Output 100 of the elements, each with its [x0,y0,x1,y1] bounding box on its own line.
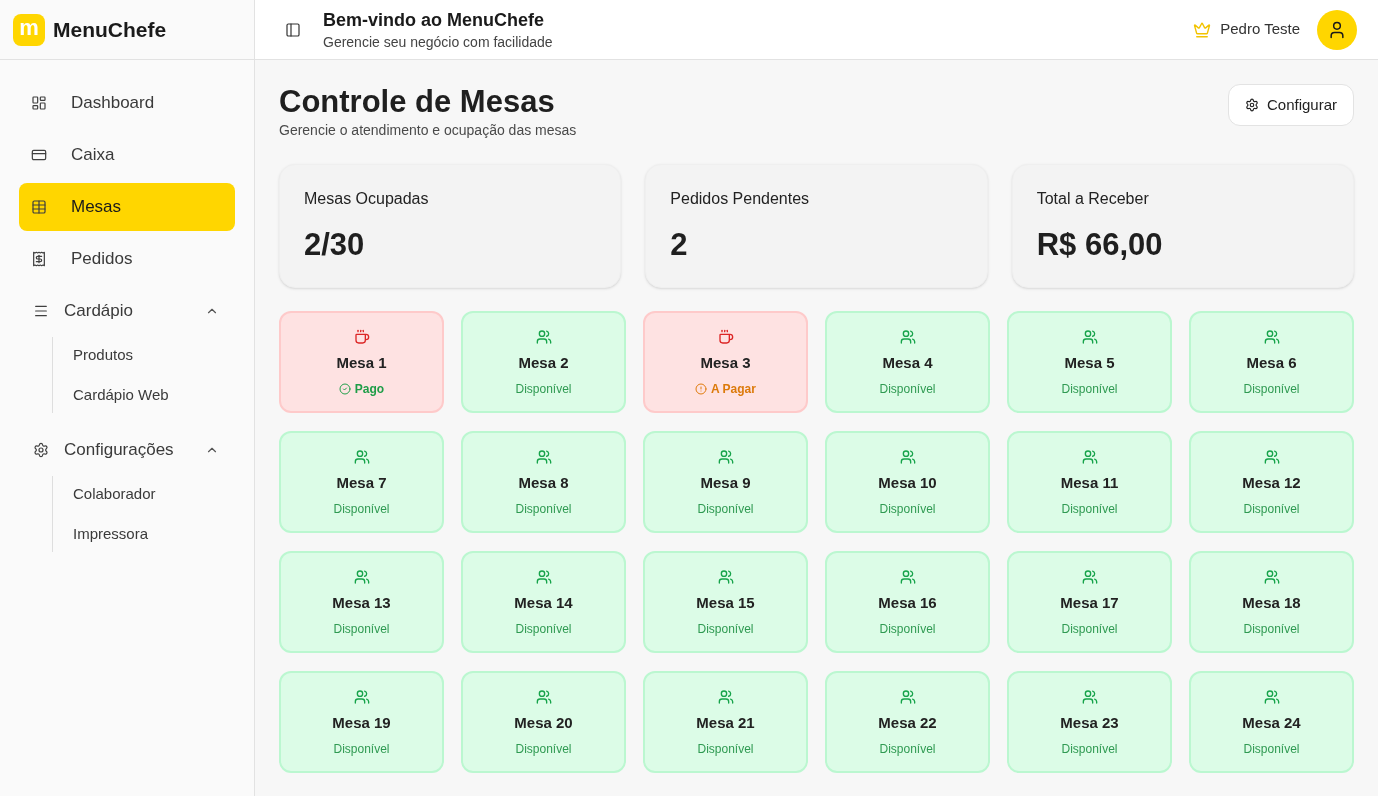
users-icon [899,329,916,345]
table-status: Disponível [879,501,936,517]
table-card[interactable]: Mesa 6 Disponível [1189,311,1354,413]
table-status: Disponível [879,741,936,757]
table-name: Mesa 3 [700,353,751,373]
users-icon [353,569,370,585]
brand-name: MenuChefe [53,16,167,43]
table-status: Disponível [333,621,390,637]
table-name: Mesa 20 [514,713,573,733]
table-card[interactable]: Mesa 12 Disponível [1189,431,1354,533]
table-name: Mesa 9 [700,473,751,493]
table-name: Mesa 4 [882,353,933,373]
table-name: Mesa 1 [336,353,387,373]
users-icon [1263,569,1280,585]
table-name: Mesa 19 [332,713,391,733]
table-card[interactable]: Mesa 19 Disponível [279,671,444,773]
dashboard-icon [31,95,47,111]
table-card[interactable]: Mesa 9 Disponível [643,431,808,533]
table-status: Disponível [1243,741,1300,757]
menu-icon [33,303,49,319]
stat-label: Mesas Ocupadas [304,189,430,209]
card-icon [31,147,47,163]
table-status: Disponível [515,501,572,517]
table-status: Disponível [1061,621,1118,637]
table-card[interactable]: Mesa 21 Disponível [643,671,808,773]
table-name: Mesa 18 [1242,593,1301,613]
header-title: Bem-vindo ao MenuChefe [323,8,546,32]
table-name: Mesa 22 [878,713,937,733]
table-card[interactable]: Mesa 2 Disponível [461,311,626,413]
table-card[interactable]: Mesa 10 Disponível [825,431,990,533]
table-card[interactable]: Mesa 11 Disponível [1007,431,1172,533]
table-card[interactable]: Mesa 23 Disponível [1007,671,1172,773]
users-icon [535,689,552,705]
users-icon [535,569,552,585]
table-name: Mesa 14 [514,593,573,613]
table-name: Mesa 13 [332,593,391,613]
table-card[interactable]: Mesa 1 Pago [279,311,444,413]
table-card[interactable]: Mesa 16 Disponível [825,551,990,653]
grid-icon [31,199,47,215]
sidebar-item[interactable]: Mesas [19,183,235,231]
brand-logo: m [13,13,45,46]
users-icon [1263,689,1280,705]
sidebar-item[interactable]: Caixa [19,131,235,179]
sidebar-subitem[interactable]: Colaborador [73,476,235,512]
users-icon [1081,449,1098,465]
table-status: Disponível [1243,501,1300,517]
table-name: Mesa 24 [1242,713,1301,733]
table-name: Mesa 8 [518,473,569,493]
table-name: Mesa 6 [1246,353,1297,373]
table-card[interactable]: Mesa 15 Disponível [643,551,808,653]
table-name: Mesa 23 [1060,713,1119,733]
sidebar-subitem[interactable]: Impressora [73,516,235,552]
coffee-cup-icon [353,329,370,345]
table-card[interactable]: Mesa 4 Disponível [825,311,990,413]
table-card[interactable]: Mesa 5 Disponível [1007,311,1172,413]
coffee-cup-icon [717,329,734,345]
stat-value: R$ 66,00 [1036,227,1164,263]
table-card[interactable]: Mesa 14 Disponível [461,551,626,653]
stat-value: 2 [670,227,689,263]
table-card[interactable]: Mesa 3 A Pagar [643,311,808,413]
alert-circle-icon [695,383,708,395]
users-icon [1081,569,1098,585]
sidebar-group[interactable]: Configurações [19,426,235,474]
sidebar-item[interactable]: Pedidos [19,235,235,283]
table-status: Disponível [1061,741,1118,757]
table-status: Disponível [697,621,754,637]
users-icon [899,449,916,465]
table-card[interactable]: Mesa 7 Disponível [279,431,444,533]
table-card[interactable]: Mesa 18 Disponível [1189,551,1354,653]
settings-icon [33,442,49,458]
table-status: Disponível [1243,381,1300,397]
table-name: Mesa 11 [1060,473,1119,493]
table-card[interactable]: Mesa 24 Disponível [1189,671,1354,773]
sidebar-subitem[interactable]: Produtos [73,337,235,373]
panel-icon [285,21,301,38]
receipt-icon [31,251,47,267]
table-card[interactable]: Mesa 22 Disponível [825,671,990,773]
stat-label: Pedidos Pendentes [670,189,811,209]
sidebar-item[interactable]: Dashboard [19,79,235,127]
header-subtitle: Gerencie seu negócio com facilidade [323,32,553,52]
sidebar-group[interactable]: Cardápio [19,287,235,335]
table-status: Disponível [333,501,390,517]
table-status: Disponível [515,381,572,397]
table-status: Disponível [1061,381,1118,397]
table-card[interactable]: Mesa 17 Disponível [1007,551,1172,653]
user-avatar-icon[interactable] [1317,9,1357,50]
users-icon [717,689,734,705]
configure-button[interactable]: Configurar [1227,84,1354,126]
users-icon [1081,689,1098,705]
crown-icon [1193,20,1212,39]
table-card[interactable]: Mesa 20 Disponível [461,671,626,773]
table-status: Disponível [1243,621,1300,637]
table-card[interactable]: Mesa 13 Disponível [279,551,444,653]
users-icon [1263,449,1280,465]
table-name: Mesa 7 [336,473,387,493]
users-icon [535,329,552,345]
check-circle-icon [338,383,351,395]
table-card[interactable]: Mesa 8 Disponível [461,431,626,533]
user-name: Pedro Teste [1220,19,1300,40]
sidebar-subitem[interactable]: Cardápio Web [73,377,235,413]
